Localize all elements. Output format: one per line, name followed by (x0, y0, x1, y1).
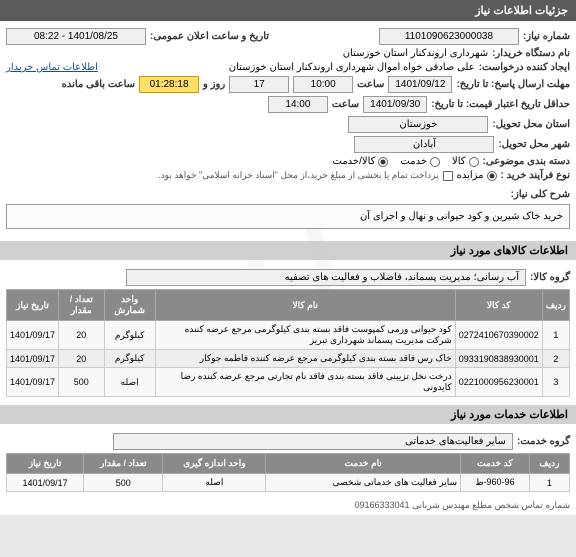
province-label: استان محل تحویل: (492, 119, 570, 130)
goods-group-field: آب رسانی؛ مدیریت پسماند، فاضلاب و فعالیت… (126, 269, 526, 286)
deadline-time: 10:00 (293, 76, 353, 93)
svc-th-code: کد خدمت (461, 454, 530, 474)
table-row: 2 0933190838930001 خاک رس فاقد بسته بندی… (7, 350, 570, 368)
process-label: نوع فرآیند خرید : (501, 170, 570, 181)
requester-label: ایجاد کننده درخواست: (479, 62, 570, 73)
payment-note: پرداخت تمام یا بخشی از مبلغ خرید،از محل … (158, 170, 438, 181)
need-number-label: شماره نیاز: (523, 31, 570, 42)
validity-time: 14:00 (268, 96, 328, 113)
goods-group-label: گروه کالا: (530, 272, 570, 283)
subject-type-radios: کالا خدمت کالا/خدمت (333, 156, 479, 167)
table-row: 1 0272410670390002 کود حیوانی ورمی کمپوس… (7, 321, 570, 350)
goods-table: ردیف کد کالا نام کالا واحد شمارش تعداد /… (6, 289, 570, 397)
buyer-org: شهرداری اروندکنار استان خوزستان (343, 48, 488, 59)
svc-th-unit: واحد اندازه گیری (163, 454, 266, 474)
announce-field: 1401/08/25 - 08:22 (6, 28, 146, 45)
services-group-field: سایر فعالیت‌های خدماتی (113, 433, 513, 450)
subject-type-label: دسته بندی موضوعی: (483, 156, 570, 167)
days-remaining: 17 (229, 76, 289, 93)
table-row: 3 0221000956230001 درخت نخل تزیینی فاقد … (7, 368, 570, 397)
validity-date: 1401/09/30 (363, 96, 427, 113)
header-title: جزئیات اطلاعات نیاز (475, 5, 568, 17)
province-field: خوزستان (348, 116, 488, 133)
footer-contact: شماره تماس شخص مطلع مهندس شربانی 0916633… (354, 500, 570, 510)
deadline-date: 1401/09/12 (388, 76, 452, 93)
goods-section-title: اطلاعات کالاهای مورد نیاز (0, 241, 576, 260)
goods-th-code: کد کالا (455, 290, 542, 321)
services-section-title: اطلاعات خدمات مورد نیاز (0, 405, 576, 424)
radio-service[interactable]: خدمت (400, 156, 440, 167)
svc-th-idx: ردیف (529, 454, 569, 474)
contact-link[interactable]: اطلاعات تماس خریدار (6, 62, 98, 73)
process-radios: مزایده (457, 170, 497, 181)
city-label: شهر محل تحویل: (498, 139, 570, 150)
svc-th-qty: تعداد / مقدار (84, 454, 163, 474)
goods-th-name: نام کالا (155, 290, 455, 321)
validity-label: حداقل تاریخ اعتبار قیمت: تا تاریخ: (431, 99, 570, 110)
countdown-label: ساعت باقی مانده (62, 79, 135, 90)
radio-both[interactable]: کالا/خدمت (333, 156, 389, 167)
desc-label: شرح کلی نیاز: (511, 189, 570, 200)
announce-label: تاریخ و ساعت اعلان عمومی: (150, 31, 269, 42)
days-label: روز و (203, 79, 225, 90)
table-row: 1 960-96-ط سایر فعالیت های خدماتی شخصی ا… (7, 474, 570, 492)
requester: علی صادقی خواه اموال شهرداری اروندکنار ا… (229, 62, 475, 73)
radio-mazayede[interactable]: مزایده (457, 170, 497, 181)
time-label-2: ساعت (332, 99, 359, 110)
time-label-1: ساعت (357, 79, 384, 90)
goods-th-qty: تعداد / مقدار (59, 290, 104, 321)
need-number-field: 1101090623000038 (379, 28, 519, 45)
buyer-org-label: نام دستگاه خریدار: (492, 48, 570, 59)
desc-text: خرید خاک شیرین و کود حیوانی و نهال و اجر… (360, 211, 563, 222)
payment-checkbox[interactable] (443, 171, 453, 181)
svc-th-name: نام خدمت (266, 454, 461, 474)
svc-th-date: تاریخ نیاز (7, 454, 84, 474)
services-table: ردیف کد خدمت نام خدمت واحد اندازه گیری ت… (6, 453, 570, 492)
desc-box: خرید خاک شیرین و کود حیوانی و نهال و اجر… (6, 204, 570, 229)
countdown: 01:28:18 (139, 76, 199, 93)
city-field: آبادان (354, 136, 494, 153)
goods-th-unit: واحد شمارش (104, 290, 155, 321)
goods-th-date: تاریخ نیاز (7, 290, 59, 321)
page-header: جزئیات اطلاعات نیاز (0, 0, 576, 21)
radio-goods[interactable]: کالا (452, 156, 479, 167)
deadline-label: مهلت ارسال پاسخ: تا تاریخ: (456, 79, 570, 90)
goods-th-idx: ردیف (542, 290, 569, 321)
services-group-label: گروه خدمت: (517, 436, 570, 447)
